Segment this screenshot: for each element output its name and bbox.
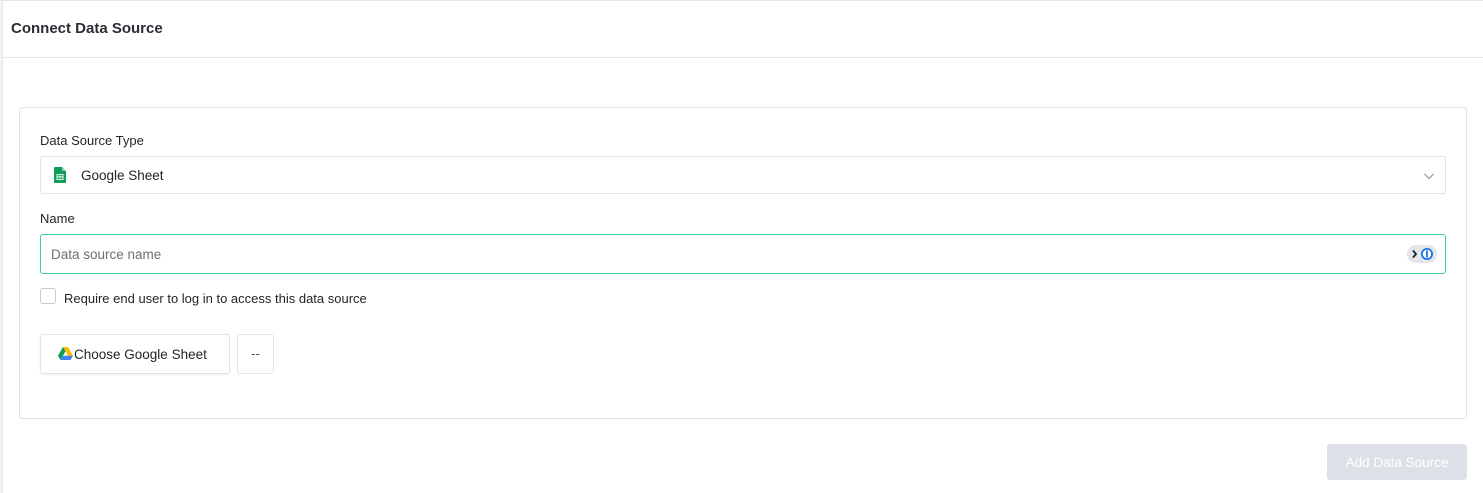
- add-data-source-button[interactable]: Add Data Source: [1327, 444, 1467, 480]
- data-source-type-label: Data Source Type: [40, 133, 144, 148]
- left-edge-strip: [0, 1, 3, 493]
- name-field-wrapper: [40, 234, 1446, 274]
- name-input[interactable]: [41, 235, 1445, 273]
- name-label: Name: [40, 211, 75, 226]
- data-source-type-select[interactable]: Google Sheet: [40, 156, 1446, 194]
- page-title: Connect Data Source: [11, 20, 163, 37]
- require-login-checkbox[interactable]: [40, 288, 56, 304]
- google-sheets-icon: [54, 167, 66, 183]
- require-login-label[interactable]: Require end user to log in to access thi…: [64, 291, 367, 306]
- data-source-type-value: Google Sheet: [81, 168, 164, 183]
- password-manager-icon[interactable]: [1407, 245, 1437, 263]
- data-source-form-card: Data Source Type Google Sheet Name Data …: [19, 107, 1467, 419]
- selected-sheet-display: --: [237, 334, 274, 374]
- choose-google-sheet-label: Choose Google Sheet: [74, 347, 207, 362]
- choose-google-sheet-button[interactable]: Choose Google Sheet: [40, 334, 230, 374]
- page-header: Connect Data Source: [3, 2, 1483, 58]
- google-drive-icon: [58, 347, 73, 360]
- chevron-down-icon: [1424, 173, 1434, 180]
- connect-data-source-page: Connect Data Source Data Source Type Goo…: [0, 0, 1483, 493]
